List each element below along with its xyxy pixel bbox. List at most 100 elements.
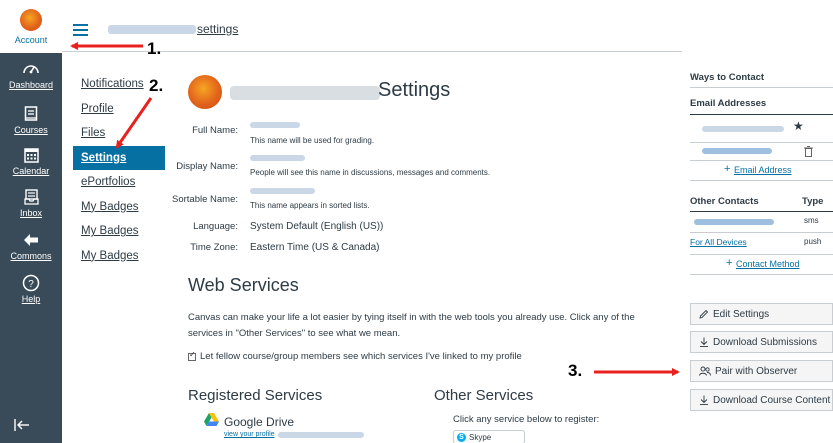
full-name-help: This name will be used for grading. xyxy=(250,136,375,145)
calendar-icon xyxy=(0,146,62,164)
collapse-nav-icon[interactable] xyxy=(14,418,30,434)
edit-settings-label: Edit Settings xyxy=(713,308,770,320)
divider xyxy=(690,180,833,181)
google-drive-label: Google Drive xyxy=(224,415,295,429)
account-nav-badges-1[interactable]: My Badges xyxy=(73,195,165,220)
inbox-nav-item[interactable]: Inbox xyxy=(0,188,62,218)
account-nav-badges-3[interactable]: My Badges xyxy=(73,244,165,269)
commons-icon xyxy=(0,231,62,249)
display-name-label: Display Name: xyxy=(176,161,238,172)
inbox-label: Inbox xyxy=(19,208,43,218)
account-nav-eportfolios[interactable]: ePortfolios xyxy=(73,170,165,195)
google-drive-account-redacted xyxy=(278,432,364,438)
skype-icon: S xyxy=(457,432,466,442)
timezone-label: Time Zone: xyxy=(190,242,238,253)
language-value: System Default (English (US)) xyxy=(250,221,384,232)
google-drive-service: Google Drive xyxy=(204,413,294,431)
calendar-label: Calendar xyxy=(12,166,50,176)
download-course-content-button[interactable]: Download Course Content xyxy=(690,389,833,411)
add-email-plus-icon[interactable]: + xyxy=(724,163,730,175)
add-contact-plus-icon[interactable]: + xyxy=(726,257,732,269)
divider xyxy=(690,160,833,161)
web-services-heading: Web Services xyxy=(188,275,299,295)
skype-label: Skype xyxy=(469,432,492,442)
annotation-step-2: 2. xyxy=(149,76,164,95)
google-drive-icon xyxy=(204,413,219,431)
users-icon xyxy=(699,366,711,376)
email-2-redacted[interactable] xyxy=(702,148,772,154)
download-course-content-label: Download Course Content xyxy=(713,394,831,406)
sortable-name-help: This name appears in sorted lists. xyxy=(250,201,370,210)
share-services-label: Let fellow course/group members see whic… xyxy=(200,351,522,362)
divider xyxy=(690,232,833,233)
divider xyxy=(690,142,833,143)
account-nav-files[interactable]: Files xyxy=(73,121,165,146)
display-name-help: People will see this name in discussions… xyxy=(250,168,491,177)
edit-settings-button[interactable]: Edit Settings xyxy=(690,303,833,325)
language-label: Language: xyxy=(193,221,238,232)
sms-contact-redacted[interactable] xyxy=(694,219,774,225)
svg-text:?: ? xyxy=(28,279,34,290)
email-1-redacted[interactable] xyxy=(702,126,784,132)
registered-services-heading: Registered Services xyxy=(188,387,323,404)
annotation-step-1: 1. xyxy=(147,39,162,58)
dashboard-nav-item[interactable]: Dashboard xyxy=(0,60,62,90)
commons-label: Commons xyxy=(10,251,52,261)
sms-type: sms xyxy=(804,216,819,225)
add-contact-method-link[interactable]: Contact Method xyxy=(736,259,800,269)
pair-with-observer-button[interactable]: Pair with Observer xyxy=(690,360,833,382)
account-nav-settings[interactable]: Settings xyxy=(73,145,165,170)
sortable-name-value-redacted xyxy=(250,188,315,194)
help-icon: ? xyxy=(0,274,62,292)
divider xyxy=(690,254,833,255)
view-profile-link[interactable]: view your profile xyxy=(224,431,275,438)
other-contacts-heading: Other Contacts xyxy=(690,196,759,207)
other-services-description: Click any service below to register: xyxy=(453,414,600,425)
pencil-icon xyxy=(699,309,709,319)
divider xyxy=(690,274,833,275)
hamburger-menu-icon[interactable] xyxy=(73,24,88,36)
web-services-description: Canvas can make your life a lot easier b… xyxy=(188,312,635,339)
pair-with-observer-label: Pair with Observer xyxy=(715,365,798,377)
dashboard-icon xyxy=(0,60,62,78)
sortable-name-label: Sortable Name: xyxy=(171,194,238,205)
help-nav-item[interactable]: ? Help xyxy=(0,274,62,304)
email-addresses-heading: Email Addresses xyxy=(690,98,767,109)
breadcrumb-name-redacted xyxy=(108,25,196,35)
all-devices-link[interactable]: For All Devices xyxy=(690,237,747,247)
full-name-label: Full Name: xyxy=(192,125,238,136)
account-avatar xyxy=(20,9,42,31)
push-type: push xyxy=(804,237,822,246)
page-title-name-redacted xyxy=(230,86,380,100)
courses-nav-item[interactable]: Courses xyxy=(0,105,62,135)
add-email-link[interactable]: Email Address xyxy=(734,165,792,175)
share-services-row[interactable]: Let fellow course/group members see whic… xyxy=(188,350,522,362)
annotation-step-3: 3. xyxy=(568,361,583,380)
commons-nav-item[interactable]: Commons xyxy=(0,231,62,261)
download-submissions-button[interactable]: Download Submissions xyxy=(690,331,833,353)
account-nav-profile[interactable]: Profile xyxy=(73,97,165,122)
full-name-value-redacted xyxy=(250,122,300,128)
account-nav: Notifications Profile Files Settings ePo… xyxy=(73,72,165,268)
account-label: Account xyxy=(14,35,48,45)
account-nav-item[interactable]: Account xyxy=(0,0,62,53)
share-services-checkbox[interactable] xyxy=(188,350,196,361)
ways-to-contact-heading: Ways to Contact xyxy=(690,72,765,83)
account-nav-badges-2[interactable]: My Badges xyxy=(73,219,165,244)
calendar-nav-item[interactable]: Calendar xyxy=(0,146,62,176)
download-icon xyxy=(699,395,709,405)
skype-service-button[interactable]: S Skype xyxy=(453,430,525,443)
download-icon xyxy=(699,337,709,347)
help-label: Help xyxy=(21,294,41,304)
display-name-value-redacted xyxy=(250,155,305,161)
divider xyxy=(690,211,833,212)
global-nav: Account Dashboard Courses Calendar Inbox… xyxy=(0,0,62,443)
contact-type-heading: Type xyxy=(802,196,824,207)
default-email-star-icon[interactable]: ★ xyxy=(793,119,804,133)
download-submissions-label: Download Submissions xyxy=(713,336,817,348)
page-title: Settings xyxy=(378,79,451,101)
breadcrumb-settings-link[interactable]: settings xyxy=(197,22,238,36)
profile-avatar[interactable] xyxy=(188,75,222,109)
dashboard-label: Dashboard xyxy=(8,80,54,90)
divider xyxy=(690,87,833,88)
